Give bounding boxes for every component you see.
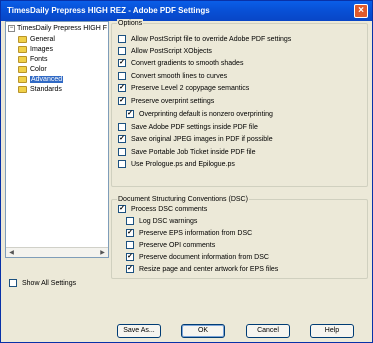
collapse-icon[interactable]: − [8,24,15,32]
option-checkbox-9[interactable]: Save Portable Job Ticket inside PDF file [118,147,256,157]
window-title: TimesDaily Prepress HIGH REZ - Adobe PDF… [7,6,210,15]
tree-item-color[interactable]: Color [18,65,47,75]
tree-item-images[interactable]: Images [18,45,53,55]
tree-item-fonts[interactable]: Fonts [18,55,48,65]
option-label: Preserve Level 2 copypage semantics [131,84,250,92]
close-button[interactable]: × [354,4,368,18]
tree-root-label: TimesDaily Prepress HIGH F [17,25,107,32]
dsc-checkbox-0[interactable]: ✓ Process DSC comments [118,204,207,214]
checkbox-box[interactable] [118,160,126,168]
save-as-button[interactable]: Save As... [117,324,161,338]
horizontal-scrollbar[interactable]: ◀ ▶ [6,247,108,257]
tree-item-standards[interactable]: Standards [18,85,62,95]
option-label: Allow PostScript file to override Adobe … [131,35,292,43]
dsc-checkbox-4[interactable]: ✓ Preserve document information from DSC [126,252,269,262]
option-label: Save original JPEG images in PDF if poss… [131,135,273,143]
checkbox-box[interactable] [118,72,126,80]
folder-icon [18,85,27,93]
checkbox-box[interactable] [118,47,126,55]
option-label: Convert gradients to smooth shades [131,59,244,67]
dsc-checkbox-5[interactable]: ✓ Resize page and center artwork for EPS … [126,264,278,274]
option-checkbox-1[interactable]: Allow PostScript XObjects [118,46,212,56]
checkmark-icon[interactable]: ✓ [118,205,126,213]
option-checkbox-3[interactable]: Convert smooth lines to curves [118,71,227,81]
show-all-settings-checkbox[interactable]: Show All Settings [9,278,76,288]
option-checkbox-10[interactable]: Use Prologue.ps and Epilogue.ps [118,159,235,169]
option-label: Overprinting default is nonzero overprin… [139,110,273,118]
checkmark-icon[interactable]: ✓ [118,59,126,67]
option-checkbox-7[interactable]: Save Adobe PDF settings inside PDF file [118,122,258,132]
show-all-settings-label: Show All Settings [22,279,77,287]
checkmark-icon[interactable]: ✓ [126,229,134,237]
option-label: Allow PostScript XObjects [131,47,212,55]
dsc-label: Log DSC warnings [139,217,198,225]
folder-icon [18,45,27,53]
dsc-label: Resize page and center artwork for EPS f… [139,265,279,273]
checkmark-icon[interactable]: ✓ [126,253,134,261]
checkmark-icon[interactable]: ✓ [118,97,126,105]
dsc-checkbox-2[interactable]: ✓ Preserve EPS information from DSC [126,228,252,238]
option-checkbox-8[interactable]: ✓ Save original JPEG images in PDF if pos… [118,134,273,144]
dsc-checkbox-3[interactable]: Preserve OPI comments [126,240,215,250]
option-checkbox-6[interactable]: ✓ Overprinting default is nonzero overpri… [126,109,273,119]
folder-icon [18,75,27,83]
checkmark-icon[interactable]: ✓ [126,265,134,273]
tree-root[interactable]: − TimesDaily Prepress HIGH F [8,24,108,34]
option-label: Convert smooth lines to curves [131,72,228,80]
scroll-left-icon[interactable]: ◀ [7,249,16,257]
option-checkbox-5[interactable]: ✓ Preserve overprint settings [118,96,214,106]
settings-tree[interactable]: − TimesDaily Prepress HIGH F General Imag… [5,21,109,258]
folder-icon [18,65,27,73]
dsc-group-title: Document Structuring Conventions (DSC) [117,195,249,204]
checkbox-box[interactable] [118,123,126,131]
folder-icon [18,55,27,63]
title-bar[interactable]: TimesDaily Prepress HIGH REZ - Adobe PDF… [1,1,372,21]
checkbox-box[interactable] [126,241,134,249]
checkbox-box[interactable] [118,148,126,156]
ok-button[interactable]: OK [181,324,225,338]
option-checkbox-2[interactable]: ✓ Convert gradients to smooth shades [118,58,243,68]
scroll-right-icon[interactable]: ▶ [98,249,107,257]
dsc-label: Preserve document information from DSC [139,253,269,261]
tree-item-general[interactable]: General [18,35,55,45]
option-label: Preserve overprint settings [131,97,215,105]
cancel-button[interactable]: Cancel [246,324,290,338]
checkmark-icon[interactable]: ✓ [118,84,126,92]
help-button[interactable]: Help [310,324,354,338]
dsc-checkbox-1[interactable]: Log DSC warnings [126,216,197,226]
checkmark-icon[interactable]: ✓ [118,135,126,143]
checkbox-box[interactable] [126,217,134,225]
option-label: Use Prologue.ps and Epilogue.ps [131,160,235,168]
option-checkbox-4[interactable]: ✓ Preserve Level 2 copypage semantics [118,83,249,93]
checkbox-box[interactable] [9,279,17,287]
option-label: Save Portable Job Ticket inside PDF file [131,148,256,156]
adobe-pdf-settings-dialog: TimesDaily Prepress HIGH REZ - Adobe PDF… [0,0,373,343]
options-group-title: Options [117,19,144,28]
checkbox-box[interactable] [118,35,126,43]
dsc-label: Process DSC comments [131,205,208,213]
checkmark-icon[interactable]: ✓ [126,110,134,118]
tree-item-advanced[interactable]: Advanced [18,75,64,85]
dsc-label: Preserve OPI comments [139,241,216,249]
folder-icon [18,35,27,43]
dsc-label: Preserve EPS information from DSC [139,229,253,237]
option-checkbox-0[interactable]: Allow PostScript file to override Adobe … [118,34,291,44]
option-label: Save Adobe PDF settings inside PDF file [131,123,258,131]
